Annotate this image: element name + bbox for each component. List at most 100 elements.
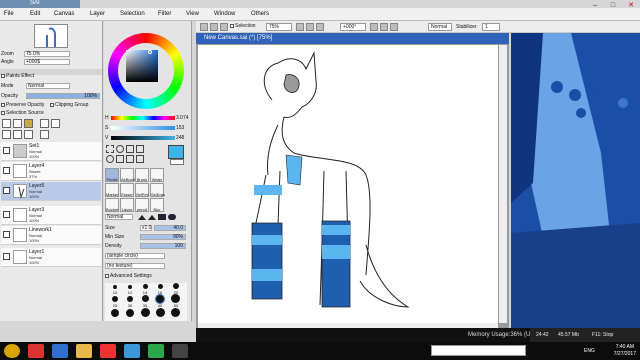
menu-others[interactable]: Others — [251, 11, 269, 17]
hand-tool-icon[interactable] — [126, 155, 134, 163]
minsize-slider[interactable]: 90% — [140, 234, 186, 240]
brush-size-dot[interactable] — [158, 284, 163, 289]
saturation-slider[interactable] — [111, 126, 175, 130]
zoom-in-icon[interactable] — [296, 23, 304, 31]
new-folder-icon[interactable] — [24, 119, 33, 128]
flip-icon[interactable] — [390, 23, 398, 31]
zoom-tool-icon[interactable] — [106, 155, 114, 163]
layer-row[interactable]: Layer4 Shade 37% — [1, 162, 101, 181]
brush-size-dot[interactable] — [171, 294, 180, 303]
layer-row[interactable]: Linework1 Normal 100% — [1, 226, 101, 245]
canvas-vertical-scrollbar[interactable] — [499, 45, 507, 323]
menu-filter[interactable]: Filter — [158, 11, 171, 17]
shape-round-icon[interactable] — [168, 214, 176, 220]
tool-bucket[interactable]: Bucket — [105, 198, 119, 212]
explorer-icon[interactable] — [76, 344, 92, 358]
lasso-icon[interactable] — [116, 145, 124, 153]
brush-size-dot[interactable] — [171, 308, 180, 317]
zoom-field[interactable]: 75% — [266, 23, 292, 31]
deselect-icon[interactable] — [200, 23, 208, 31]
visibility-eye-icon[interactable] — [3, 167, 10, 174]
mode-select[interactable]: Normal — [26, 83, 70, 89]
tool-selpen[interactable]: SelPen — [135, 183, 149, 197]
angle-value[interactable]: +000$ — [24, 59, 70, 65]
tool-eraser[interactable]: Eraser — [120, 183, 134, 197]
clear-selection-icon[interactable] — [24, 130, 33, 139]
rotate-right-icon[interactable] — [380, 23, 388, 31]
copy-layer-icon[interactable] — [40, 119, 49, 128]
brush-blend-select[interactable]: Normal — [105, 214, 133, 220]
shape-square-icon[interactable] — [158, 214, 166, 220]
brush-size-dot[interactable] — [142, 295, 149, 302]
clear-layer-icon[interactable] — [13, 130, 22, 139]
layer-row[interactable]: Layer3 Normal 100% — [1, 206, 101, 225]
media-icon[interactable] — [172, 344, 188, 358]
visibility-eye-icon[interactable] — [3, 231, 10, 238]
clock[interactable]: 7:40 AM 7/27/2017 — [614, 344, 636, 358]
tool-blur[interactable]: Blur — [150, 198, 164, 212]
saturation-value-square[interactable] — [126, 50, 158, 82]
eyedropper-icon[interactable] — [136, 155, 144, 163]
secondary-color-swatch[interactable] — [170, 159, 184, 165]
visibility-eye-icon[interactable] — [3, 253, 10, 260]
youtube-icon[interactable] — [100, 344, 116, 358]
merge-down-icon[interactable] — [2, 130, 11, 139]
size-multiplier[interactable]: x1.0 — [140, 225, 152, 231]
shape-triangle-icon[interactable] — [138, 215, 146, 220]
blend-mode-select[interactable]: Normal — [428, 23, 452, 31]
new-layer-icon[interactable] — [2, 119, 11, 128]
value-slider[interactable] — [111, 136, 175, 140]
chrome-icon[interactable] — [28, 344, 44, 358]
stabilizer-select[interactable]: 1 — [482, 23, 500, 31]
menu-edit[interactable]: Edit — [30, 11, 40, 17]
brush-shape-select[interactable]: (simple circle) — [105, 253, 165, 259]
shape-triangle2-icon[interactable] — [148, 215, 156, 220]
tool-lasso[interactable]: Lasso — [120, 198, 134, 212]
size-slider[interactable]: 40.0 — [154, 225, 186, 231]
layer-row[interactable]: Layer1 Normal 100% — [1, 248, 101, 267]
layer-row[interactable]: Set1 Normal 100% — [1, 142, 101, 161]
brush-size-dot[interactable] — [173, 283, 179, 289]
magic-wand-icon[interactable] — [126, 145, 134, 153]
tool-airbrush[interactable]: AirBrush — [120, 168, 136, 182]
paint-effect-checkbox[interactable] — [1, 73, 5, 78]
rect-select-icon[interactable] — [106, 145, 114, 153]
visibility-eye-icon[interactable] — [3, 211, 10, 218]
delete-layer-icon[interactable] — [40, 130, 49, 139]
rotate-tool-icon[interactable] — [116, 155, 124, 163]
menu-selection[interactable]: Selection — [120, 11, 145, 17]
brush-size-dot[interactable] — [143, 284, 148, 289]
canvas-tab[interactable]: New Canvas.sai (*) [75%] — [196, 33, 509, 44]
brush-size-dot[interactable] — [111, 309, 119, 317]
app-icon[interactable] — [52, 344, 68, 358]
menu-window[interactable]: Window — [214, 11, 235, 17]
opacity-slider[interactable]: 100% — [26, 93, 100, 99]
selection-checkbox[interactable] — [230, 23, 234, 28]
tool-pencil2[interactable]: pencil — [135, 198, 149, 212]
tool-brush[interactable]: Brush — [135, 168, 149, 182]
zoom-reset-icon[interactable] — [316, 23, 324, 31]
move-icon[interactable] — [136, 145, 144, 153]
selection-source-checkbox[interactable] — [1, 110, 5, 115]
menu-file[interactable]: File — [4, 11, 14, 17]
selection-source-toggle[interactable]: Selection Source — [1, 110, 44, 116]
tool-water[interactable]: Water — [150, 168, 164, 182]
navigator-thumbnail[interactable] — [34, 24, 68, 48]
language-indicator[interactable]: ENG — [584, 348, 595, 354]
store-icon[interactable] — [148, 344, 164, 358]
skype-icon[interactable] — [124, 344, 140, 358]
rotation-field[interactable]: +000° — [340, 23, 366, 31]
tool-marker[interactable]: Marker — [105, 183, 119, 197]
layer-row-selected[interactable]: Layer5 Normal 100% — [1, 182, 101, 201]
record-stop[interactable]: F11: Stop — [592, 332, 613, 338]
preserve-opacity-checkbox[interactable] — [1, 102, 5, 107]
show-selection-icon[interactable] — [220, 23, 228, 31]
zoom-value[interactable]: 75.0% — [24, 51, 70, 57]
taskbar-search[interactable] — [431, 345, 526, 356]
primary-color-swatch[interactable] — [168, 145, 184, 159]
brush-size-dot-selected[interactable] — [155, 294, 165, 304]
drawing-canvas[interactable] — [198, 45, 498, 323]
selection-toggle[interactable]: Selection — [230, 23, 256, 29]
transfer-down-icon[interactable] — [51, 119, 60, 128]
brush-size-dot[interactable] — [156, 308, 165, 317]
